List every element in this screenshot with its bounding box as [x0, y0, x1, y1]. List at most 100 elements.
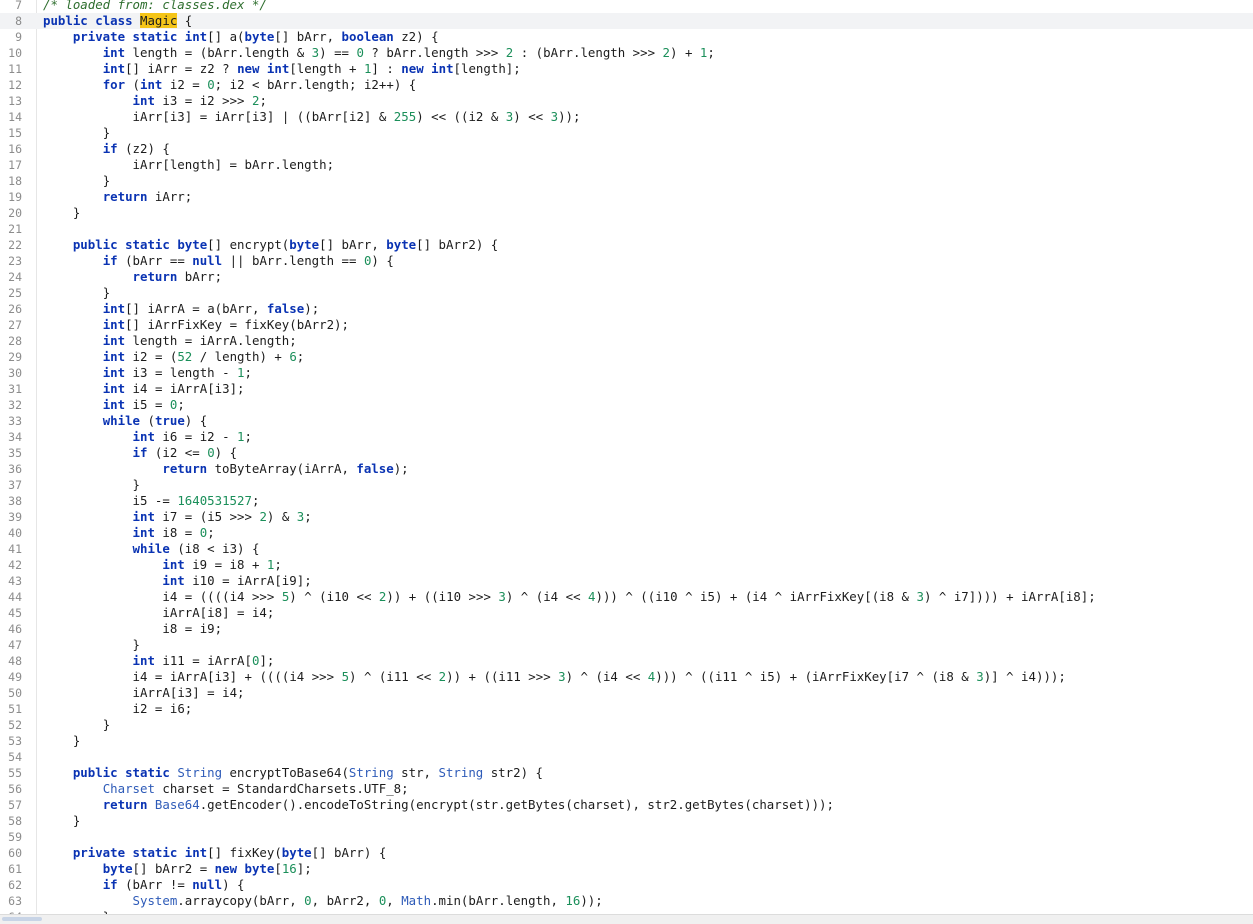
code-line[interactable]: 30 int i3 = length - 1; — [0, 365, 1253, 381]
code-line[interactable]: 37 } — [0, 477, 1253, 493]
line-number: 32 — [8, 398, 22, 412]
line-number: 31 — [8, 382, 22, 396]
code-line[interactable]: 50 iArrA[i3] = i4; — [0, 685, 1253, 701]
line-number: 15 — [8, 126, 22, 140]
code-line[interactable]: 47 } — [0, 637, 1253, 653]
code-text: if (bArr != null) { — [102, 877, 245, 892]
code-text: int i10 = iArrA[i9]; — [162, 573, 312, 588]
code-line[interactable]: 13 int i3 = i2 >>> 2; — [0, 93, 1253, 109]
code-text: } — [102, 173, 111, 188]
code-line[interactable]: 54 — [0, 749, 1253, 765]
code-line[interactable]: 43 int i10 = iArrA[i9]; — [0, 573, 1253, 589]
code-line[interactable]: 31 int i4 = iArrA[i3]; — [0, 381, 1253, 397]
code-line[interactable]: 42 int i9 = i8 + 1; — [0, 557, 1253, 573]
code-line[interactable]: 46 i8 = i9; — [0, 621, 1253, 637]
code-area[interactable]: 7 /* loaded from: classes.dex */ 8 public c… — [0, 0, 1253, 914]
code-line[interactable]: 41 while (i8 < i3) { — [0, 541, 1253, 557]
code-line[interactable]: 63 System.arraycopy(bArr, 0, bArr2, 0, M… — [0, 893, 1253, 909]
line-number: 11 — [8, 62, 22, 76]
scrollbar-thumb[interactable] — [2, 917, 42, 921]
code-text: iArr[length] = bArr.length; — [132, 157, 335, 172]
code-line[interactable]: 21 — [0, 221, 1253, 237]
line-number: 18 — [8, 174, 22, 188]
code-text: return Base64.getEncoder().encodeToStrin… — [102, 797, 834, 812]
code-line[interactable]: 33 while (true) { — [0, 413, 1253, 429]
code-line[interactable]: 53 } — [0, 733, 1253, 749]
code-line[interactable]: 19 return iArr; — [0, 189, 1253, 205]
code-line[interactable]: 62 if (bArr != null) { — [0, 877, 1253, 893]
code-line[interactable]: 39 int i7 = (i5 >>> 2) & 3; — [0, 509, 1253, 525]
code-line[interactable]: 57 return Base64.getEncoder().encodeToSt… — [0, 797, 1253, 813]
code-line[interactable]: 11 int[] iArr = z2 ? new int[length + 1]… — [0, 61, 1253, 77]
code-line[interactable]: 49 i4 = iArrA[i3] + ((((i4 >>> 5) ^ (i11… — [0, 669, 1253, 685]
code-line[interactable]: 44 i4 = ((((i4 >>> 5) ^ (i10 << 2)) + ((… — [0, 589, 1253, 605]
line-number: 54 — [8, 750, 22, 764]
code-line[interactable]: 45 iArrA[i8] = i4; — [0, 605, 1253, 621]
code-text: iArrA[i8] = i4; — [162, 605, 275, 620]
code-line[interactable]: 26 int[] iArrA = a(bArr, false); — [0, 301, 1253, 317]
code-line[interactable]: 38 i5 -= 1640531527; — [0, 493, 1253, 509]
code-line[interactable]: 8 public class Magic { — [0, 13, 1253, 29]
code-line[interactable]: 16 if (z2) { — [0, 141, 1253, 157]
code-line[interactable]: 48 int i11 = iArrA[0]; — [0, 653, 1253, 669]
code-line[interactable]: 55 public static String encryptToBase64(… — [0, 765, 1253, 781]
code-line[interactable]: 29 int i2 = (52 / length) + 6; — [0, 349, 1253, 365]
code-text: for (int i2 = 0; i2 < bArr.length; i2++)… — [102, 77, 417, 92]
code-text: System.arraycopy(bArr, 0, bArr2, 0, Math… — [132, 893, 603, 908]
line-number: 38 — [8, 494, 22, 508]
line-number: 51 — [8, 702, 22, 716]
code-line[interactable]: 32 int i5 = 0; — [0, 397, 1253, 413]
code-line[interactable]: 15 } — [0, 125, 1253, 141]
line-number: 8 — [15, 14, 22, 28]
line-number: 46 — [8, 622, 22, 636]
code-line[interactable]: 35 if (i2 <= 0) { — [0, 445, 1253, 461]
code-line[interactable]: 28 int length = iArrA.length; — [0, 333, 1253, 349]
code-line[interactable]: 7 /* loaded from: classes.dex */ — [0, 0, 1253, 13]
line-number: 44 — [8, 590, 22, 604]
code-line[interactable]: 23 if (bArr == null || bArr.length == 0)… — [0, 253, 1253, 269]
line-number: 22 — [8, 238, 22, 252]
line-number: 39 — [8, 510, 22, 524]
code-text: while (true) { — [102, 413, 208, 428]
code-text: return bArr; — [132, 269, 223, 284]
code-line[interactable]: 10 int length = (bArr.length & 3) == 0 ?… — [0, 45, 1253, 61]
code-line[interactable]: 12 for (int i2 = 0; i2 < bArr.length; i2… — [0, 77, 1253, 93]
code-line[interactable]: 24 return bArr; — [0, 269, 1253, 285]
code-line[interactable]: 20 } — [0, 205, 1253, 221]
code-text: } — [102, 125, 111, 140]
line-number: 10 — [8, 46, 22, 60]
code-line[interactable]: 61 byte[] bArr2 = new byte[16]; — [0, 861, 1253, 877]
code-text: iArr[i3] = iArr[i3] | ((bArr[i2] & 255) … — [132, 109, 581, 124]
code-line[interactable]: 17 iArr[length] = bArr.length; — [0, 157, 1253, 173]
code-text: while (i8 < i3) { — [132, 541, 260, 556]
code-line[interactable]: 36 return toByteArray(iArrA, false); — [0, 461, 1253, 477]
code-text: iArrA[i3] = i4; — [132, 685, 245, 700]
line-number: 50 — [8, 686, 22, 700]
line-number: 29 — [8, 350, 22, 364]
code-text: int[] iArrFixKey = fixKey(bArr2); — [102, 317, 349, 332]
code-line[interactable]: 25 } — [0, 285, 1253, 301]
code-editor[interactable]: 7 /* loaded from: classes.dex */ 8 public c… — [0, 0, 1253, 914]
code-line[interactable]: 40 int i8 = 0; — [0, 525, 1253, 541]
code-line[interactable]: 60 private static int[] fixKey(byte[] bA… — [0, 845, 1253, 861]
line-number: 45 — [8, 606, 22, 620]
code-line[interactable]: 9 private static int[] a(byte[] bArr, bo… — [0, 29, 1253, 45]
code-text: public static String encryptToBase64(Str… — [72, 765, 543, 780]
line-number: 37 — [8, 478, 22, 492]
code-line[interactable]: 58 } — [0, 813, 1253, 829]
code-text: public static byte[] encrypt(byte[] bArr… — [72, 237, 499, 252]
code-line[interactable]: 22 public static byte[] encrypt(byte[] b… — [0, 237, 1253, 253]
line-number: 28 — [8, 334, 22, 348]
line-number: 24 — [8, 270, 22, 284]
line-number: 27 — [8, 318, 22, 332]
line-number: 21 — [8, 222, 22, 236]
code-line[interactable]: 56 Charset charset = StandardCharsets.UT… — [0, 781, 1253, 797]
code-line[interactable]: 59 — [0, 829, 1253, 845]
code-line[interactable]: 52 } — [0, 717, 1253, 733]
code-line[interactable]: 51 i2 = i6; — [0, 701, 1253, 717]
code-line[interactable]: 27 int[] iArrFixKey = fixKey(bArr2); — [0, 317, 1253, 333]
code-line[interactable]: 14 iArr[i3] = iArr[i3] | ((bArr[i2] & 25… — [0, 109, 1253, 125]
code-line[interactable]: 18 } — [0, 173, 1253, 189]
code-text: int[] iArrA = a(bArr, false); — [102, 301, 320, 316]
code-line[interactable]: 34 int i6 = i2 - 1; — [0, 429, 1253, 445]
